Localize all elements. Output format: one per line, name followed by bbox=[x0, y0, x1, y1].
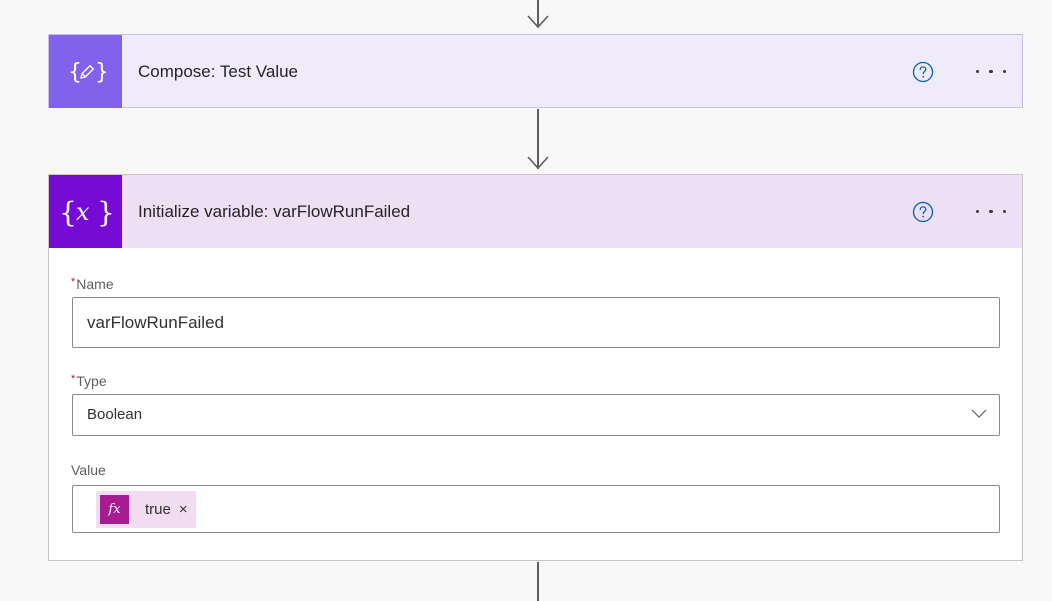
name-input[interactable]: varFlowRunFailed bbox=[72, 297, 1000, 348]
svg-text:x: x bbox=[76, 198, 90, 226]
more-options-icon[interactable] bbox=[976, 67, 1006, 77]
fx-icon: fx bbox=[100, 495, 129, 524]
remove-token-icon[interactable]: × bbox=[179, 501, 188, 518]
type-dropdown[interactable]: Boolean bbox=[72, 394, 1000, 436]
required-marker: * bbox=[71, 373, 76, 385]
compose-card-header[interactable]: { } Compose: Test Value bbox=[49, 35, 1022, 108]
variable-icon: { x } bbox=[49, 175, 122, 248]
svg-text:}: } bbox=[95, 60, 106, 85]
initialize-variable-card: { x } Initialize variable: varFlowRunFai… bbox=[48, 174, 1023, 561]
compose-action-card[interactable]: { } Compose: Test Value bbox=[48, 34, 1023, 108]
type-label: *Type bbox=[71, 373, 107, 389]
expression-token-label: true bbox=[145, 501, 171, 518]
svg-text:{: { bbox=[59, 196, 77, 229]
value-input[interactable]: fx true × bbox=[72, 485, 1000, 533]
type-label-text: Type bbox=[76, 373, 107, 389]
initialize-variable-card-title[interactable]: Initialize variable: varFlowRunFailed bbox=[138, 202, 1022, 222]
arrow-down-icon bbox=[527, 156, 549, 170]
name-label: *Name bbox=[71, 276, 114, 292]
connector-bottom bbox=[537, 562, 539, 601]
arrow-down-icon bbox=[527, 15, 549, 29]
compose-card-title[interactable]: Compose: Test Value bbox=[138, 62, 1022, 82]
name-input-value: varFlowRunFailed bbox=[87, 313, 224, 332]
type-selected-value: Boolean bbox=[87, 406, 143, 423]
value-label: Value bbox=[71, 462, 106, 478]
expression-token[interactable]: fx true × bbox=[96, 491, 196, 528]
value-label-text: Value bbox=[71, 462, 106, 478]
help-icon[interactable] bbox=[912, 61, 934, 83]
name-label-text: Name bbox=[76, 276, 114, 292]
svg-text:}: } bbox=[97, 196, 115, 229]
chevron-down-icon[interactable] bbox=[971, 409, 987, 419]
initialize-variable-card-header[interactable]: { x } Initialize variable: varFlowRunFai… bbox=[49, 175, 1022, 248]
required-marker: * bbox=[71, 276, 76, 288]
compose-icon: { } bbox=[49, 35, 122, 108]
help-icon[interactable] bbox=[912, 201, 934, 223]
svg-text:{: { bbox=[68, 60, 82, 85]
more-options-icon[interactable] bbox=[976, 207, 1006, 217]
